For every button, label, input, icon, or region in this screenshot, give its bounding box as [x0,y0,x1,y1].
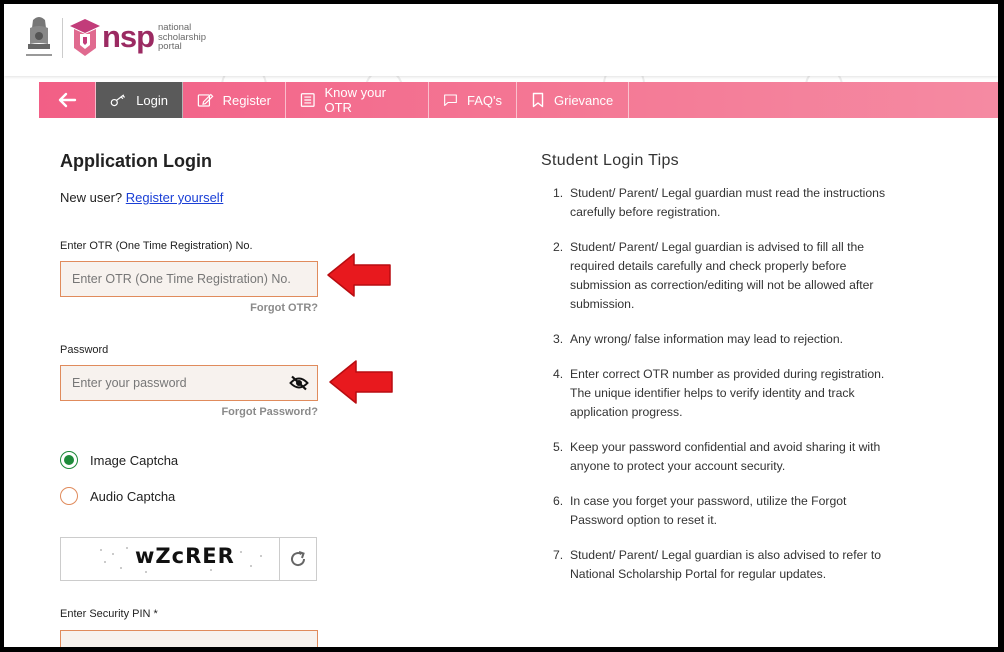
nav-tab-grievance[interactable]: Grievance [517,82,629,118]
annotation-arrow-icon [329,360,393,404]
password-input[interactable]: Enter your password [60,365,318,401]
forgot-password-link[interactable]: Forgot Password? [221,406,318,418]
page-frame: nsp national scholarship portal Login Re… [4,4,998,647]
nav-tab-faqs[interactable]: FAQ's [429,82,517,118]
nav-label: Login [136,92,168,108]
captcha-refresh-button[interactable] [280,538,316,580]
tip-item: 4. Enter correct OTR number as provided d… [553,367,885,419]
new-user-text: New user? [60,190,123,205]
tip-text: Keep your password confidential and avoi… [570,440,881,473]
tip-text: Enter correct OTR number as provided dur… [570,367,885,419]
tip-text: In case you forget your password, utiliz… [570,494,847,527]
new-user-prompt: New user? Register yourself [60,190,223,205]
tip-text: Student/ Parent/ Legal guardian is also … [570,548,881,581]
password-label: Password [60,344,109,356]
nav-tab-know-your-otr[interactable]: Know your OTR [286,82,429,118]
security-pin-label: Enter Security PIN * [60,608,158,620]
tip-item: 5. Keep your password confidential and av… [553,440,881,473]
page-title: Application Login [60,151,212,171]
captcha-box: wZcRER [60,537,317,581]
refresh-icon [291,551,306,567]
main-navigation: Login Register Know your OTR FAQ's Griev… [39,82,998,118]
otr-placeholder: Enter OTR (One Time Registration) No. [72,272,291,286]
nav-label: Know your OTR [324,85,386,115]
nsp-logo-icon [70,19,100,56]
edit-icon [197,93,214,107]
nav-tab-login[interactable]: Login [96,82,183,118]
register-yourself-link[interactable]: Register yourself [126,190,224,205]
nav-tab-register[interactable]: Register [183,82,286,118]
main-content: Application Login New user? Register you… [4,118,998,647]
tip-item: 7. Student/ Parent/ Legal guardian is als… [553,548,881,581]
radio-label: Image Captcha [90,452,179,468]
tip-item: 2. Student/ Parent/ Legal guardian is adv… [553,240,874,311]
radio-unselected[interactable] [60,487,78,505]
annotation-arrow-icon [327,253,391,297]
image-captcha-option[interactable]: Image Captcha [60,451,178,469]
security-pin-input[interactable] [60,630,318,647]
chat-icon [444,94,457,106]
tips-list: 1. Student/ Parent/ Legal guardian must r… [553,184,889,600]
tips-title: Student Login Tips [541,152,679,169]
tip-item: 1. Student/ Parent/ Legal guardian must r… [553,186,886,219]
captcha-text: wZcRER [135,544,235,568]
otr-label: Enter OTR (One Time Registration) No. [60,240,253,252]
nsp-logo-subtitle: national scholarship portal [158,23,206,52]
tip-text: Any wrong/ false information may lead to… [570,332,843,346]
nav-label: Grievance [554,92,614,108]
password-placeholder: Enter your password [72,376,187,390]
nav-label: Register [222,92,271,108]
forgot-otr-link[interactable]: Forgot OTR? [250,302,318,314]
captcha-image: wZcRER [61,538,280,580]
arrow-left-icon [58,92,77,108]
list-icon [300,93,315,107]
tip-text: Student/ Parent/ Legal guardian must rea… [570,186,886,219]
tip-item: 3. Any wrong/ false information may lead … [553,332,843,346]
site-header: nsp national scholarship portal [4,4,998,76]
tip-item: 6. In case you forget your password, util… [553,494,847,527]
nsp-logo-text: nsp [102,19,155,54]
otr-input[interactable]: Enter OTR (One Time Registration) No. [60,261,318,297]
audio-captcha-option[interactable]: Audio Captcha [60,487,175,505]
nav-label: FAQ's [467,92,502,108]
bookmark-icon [532,92,544,108]
key-icon [110,94,126,107]
eye-slash-icon[interactable] [289,375,309,391]
radio-selected[interactable] [60,451,78,469]
national-emblem-icon [26,17,52,56]
nav-back-button[interactable] [39,82,96,118]
radio-label: Audio Captcha [90,488,176,504]
brand-divider [62,18,63,58]
logo-subtitle-line: portal [158,41,182,52]
tip-text: Student/ Parent/ Legal guardian is advis… [570,240,874,311]
